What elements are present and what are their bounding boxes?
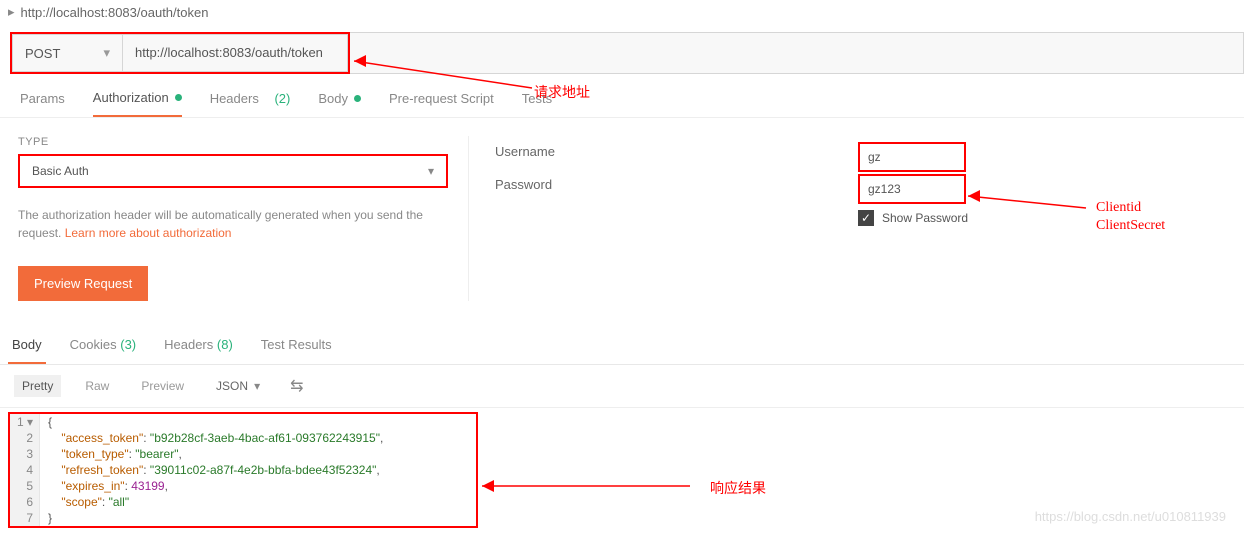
chevron-down-icon: ▾: [428, 164, 434, 178]
tab-prerequest[interactable]: Pre-request Script: [389, 90, 494, 117]
chevron-down-icon: ▾: [254, 379, 260, 393]
resp-tab-testresults[interactable]: Test Results: [257, 327, 336, 364]
request-url-input[interactable]: http://localhost:8083/oauth/token: [122, 34, 348, 72]
http-method-select[interactable]: POST ▾: [12, 34, 122, 72]
annotation-clientid: Clientid: [1096, 200, 1141, 216]
view-pretty[interactable]: Pretty: [14, 375, 61, 397]
request-tabs: Params Authorization Headers (2) Body Pr…: [0, 78, 1244, 118]
annotation-url: 请求地址: [534, 82, 590, 102]
tab-params[interactable]: Params: [20, 90, 65, 117]
chevron-down-icon: ▾: [103, 45, 110, 61]
username-input[interactable]: gz: [858, 142, 966, 172]
tab-authorization[interactable]: Authorization: [93, 90, 182, 117]
watermark: https://blog.csdn.net/u010811939: [1035, 509, 1226, 524]
auth-description: The authorization header will be automat…: [18, 206, 448, 242]
arrow-annotation: [482, 474, 702, 498]
wrap-lines-icon[interactable]: ⇆: [284, 376, 309, 396]
request-title-text: http://localhost:8083/oauth/token: [21, 5, 209, 20]
check-icon: ✓: [861, 211, 871, 225]
show-password-checkbox[interactable]: ✓: [858, 210, 874, 226]
password-label: Password: [495, 177, 858, 192]
auth-type-select[interactable]: Basic Auth ▾: [18, 154, 448, 188]
username-label: Username: [495, 144, 858, 159]
auth-type-label: TYPE: [18, 136, 448, 148]
resp-tab-body[interactable]: Body: [8, 327, 46, 364]
format-select[interactable]: JSON ▾: [208, 375, 268, 397]
url-input-extend[interactable]: [350, 32, 1244, 74]
triangle-right-icon: ▸: [8, 4, 15, 20]
resp-tab-headers[interactable]: Headers (8): [160, 327, 237, 364]
request-title[interactable]: ▸ http://localhost:8083/oauth/token: [0, 0, 1244, 24]
view-raw[interactable]: Raw: [77, 375, 117, 397]
status-dot-icon: [175, 94, 182, 101]
auth-type-value: Basic Auth: [32, 164, 89, 178]
learn-more-link[interactable]: Learn more about authorization: [65, 226, 232, 240]
response-tabs: Body Cookies (3) Headers (8) Test Result…: [0, 327, 1244, 365]
method-value: POST: [25, 46, 60, 61]
resp-tab-cookies[interactable]: Cookies (3): [66, 327, 140, 364]
annotation-response: 响应结果: [710, 478, 766, 498]
preview-request-button[interactable]: Preview Request: [18, 266, 148, 301]
show-password-label: Show Password: [882, 211, 968, 225]
status-dot-icon: [354, 95, 361, 102]
response-body: 1 ▾{ 2 "access_token": "b92b28cf-3aeb-4b…: [8, 412, 478, 528]
password-input[interactable]: gz123: [858, 174, 966, 204]
tab-headers[interactable]: Headers (2): [210, 90, 291, 117]
view-preview[interactable]: Preview: [133, 375, 192, 397]
annotation-clientsecret: ClientSecret: [1096, 218, 1165, 234]
tab-body[interactable]: Body: [318, 90, 361, 117]
